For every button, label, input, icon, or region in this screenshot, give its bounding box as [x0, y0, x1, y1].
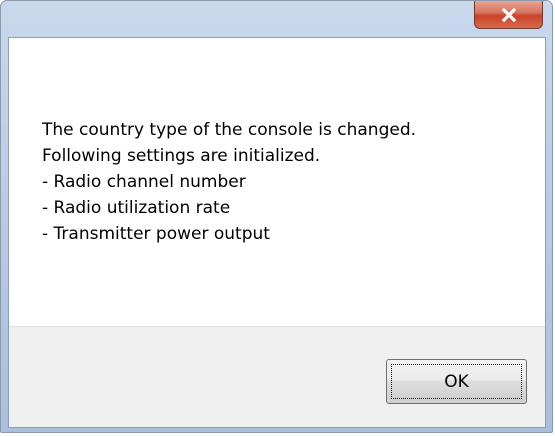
message-line: - Radio channel number — [42, 172, 246, 192]
close-button[interactable] — [474, 1, 543, 29]
close-x-icon — [501, 7, 516, 22]
button-area: OK — [9, 326, 545, 427]
message-text: The country type of the console is chang… — [42, 117, 416, 247]
dialog-window: The country type of the console is chang… — [0, 0, 553, 433]
message-line: Following settings are initialized. — [42, 146, 321, 166]
message-line: The country type of the console is chang… — [42, 120, 417, 140]
ok-button-label: OK — [444, 371, 469, 392]
dialog-body: The country type of the console is chang… — [8, 37, 546, 428]
ok-button[interactable]: OK — [386, 359, 527, 404]
message-line: - Radio utilization rate — [42, 198, 231, 218]
message-line: - Transmitter power output — [42, 224, 270, 244]
message-area: The country type of the console is chang… — [9, 38, 545, 326]
title-bar[interactable] — [1, 1, 552, 37]
